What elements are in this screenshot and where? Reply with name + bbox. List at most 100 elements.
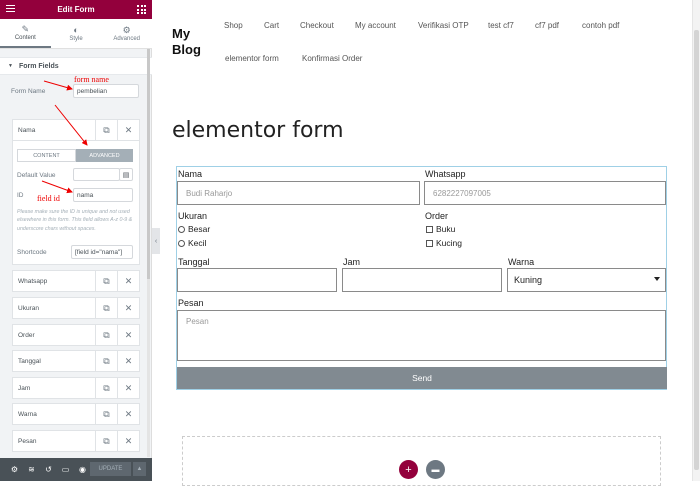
shortcode-input[interactable]: [field id="nama"] — [71, 245, 133, 259]
id-input[interactable]: nama — [73, 188, 133, 202]
site-logo[interactable]: My Blog — [172, 26, 212, 58]
order-option-kucing[interactable]: Kucing — [426, 238, 462, 248]
add-section-dropzone[interactable] — [182, 436, 661, 486]
panel-scrollbar[interactable] — [147, 49, 150, 457]
warna-label: Warna — [508, 257, 535, 267]
preview-eye-icon[interactable]: ◉ — [74, 465, 91, 474]
tab-content[interactable]: ✎ Content — [0, 19, 51, 48]
nav-cart[interactable]: Cart — [264, 21, 279, 30]
field-row-whatsapp[interactable]: Whatsapp ⧉ ✕ — [12, 270, 140, 292]
duplicate-icon[interactable]: ⧉ — [95, 351, 117, 371]
jam-label: Jam — [343, 257, 361, 267]
tab-advanced[interactable]: ⚙ Advanced — [101, 19, 152, 48]
history-icon[interactable]: ↺ — [40, 465, 57, 474]
order-option-buku[interactable]: Buku — [426, 224, 455, 234]
nav-konfirmasi-order[interactable]: Konfirmasi Order — [302, 54, 362, 63]
close-icon[interactable]: ✕ — [117, 120, 139, 140]
id-help-text: Please make sure the ID is unique and no… — [17, 209, 133, 232]
nama-label: Nama — [178, 169, 203, 179]
editor-panel: Edit Form ✎ Content ◐ Style ⚙ Advanced ▼… — [0, 0, 152, 481]
nav-cf7-pdf[interactable]: cf7 pdf — [535, 21, 559, 30]
nav-checkout[interactable]: Checkout — [300, 21, 334, 30]
id-label: ID — [17, 192, 24, 199]
duplicate-icon[interactable]: ⧉ — [95, 431, 117, 451]
layers-icon[interactable]: ≋ — [23, 465, 40, 474]
field-row-pesan[interactable]: Pesan ⧉ ✕ — [12, 430, 140, 452]
segment-advanced[interactable]: ADVANCED — [76, 149, 133, 162]
preview-scrollbar[interactable] — [692, 0, 700, 481]
nav-contoh-pdf[interactable]: contoh pdf — [582, 21, 619, 30]
field-row-jam[interactable]: Jam ⧉ ✕ — [12, 377, 140, 399]
panel-collapse-handle[interactable]: ‹ — [152, 228, 160, 254]
field-row-order[interactable]: Order ⧉ ✕ — [12, 324, 140, 346]
shortcode-label: Shortcode — [17, 249, 47, 256]
tab-advanced-label: Advanced — [113, 36, 141, 42]
field-row-label: Nama — [18, 126, 36, 134]
send-button[interactable]: Send — [177, 367, 667, 389]
duplicate-icon[interactable]: ⧉ — [95, 404, 117, 424]
update-button[interactable]: UPDATE — [90, 462, 131, 476]
nama-input[interactable]: Budi Raharjo — [177, 181, 420, 205]
checkbox[interactable] — [426, 239, 433, 247]
duplicate-icon[interactable]: ⧉ — [95, 120, 117, 140]
close-icon[interactable]: ✕ — [117, 378, 139, 398]
checkbox[interactable] — [426, 225, 433, 233]
section-form-fields[interactable]: ▼ Form Fields — [0, 57, 152, 75]
nav-verifikasi-otp[interactable]: Verifikasi OTP — [418, 21, 469, 30]
radio-button[interactable] — [178, 225, 185, 233]
field-row-label: Tanggal — [18, 357, 41, 365]
form-name-input[interactable]: pembelian — [73, 84, 139, 98]
add-section-plus-icon[interactable]: + — [399, 460, 418, 479]
widgets-grid-icon[interactable] — [137, 5, 146, 14]
nav-shop[interactable]: Shop — [224, 21, 243, 30]
database-icon[interactable]: ▤ — [119, 168, 133, 181]
duplicate-icon[interactable]: ⧉ — [95, 271, 117, 291]
tab-style[interactable]: ◐ Style — [51, 19, 102, 48]
close-icon[interactable]: ✕ — [117, 271, 139, 291]
radio-button[interactable] — [178, 239, 185, 247]
field-row-tanggal[interactable]: Tanggal ⧉ ✕ — [12, 350, 140, 372]
half-circle-icon: ◐ — [73, 25, 79, 35]
pesan-textarea[interactable]: Pesan — [177, 310, 666, 361]
default-value-label: Default Value — [17, 172, 56, 179]
hamburger-menu-icon[interactable] — [6, 5, 15, 13]
segment-content[interactable]: CONTENT — [17, 149, 76, 162]
jam-input[interactable] — [342, 268, 502, 292]
update-options-button[interactable]: ▲ — [133, 462, 146, 476]
close-icon[interactable]: ✕ — [117, 298, 139, 318]
ukuran-option-besar[interactable]: Besar — [178, 224, 210, 234]
field-row-warna[interactable]: Warna ⧉ ✕ — [12, 403, 140, 425]
form-name-label: Form Name — [11, 88, 46, 95]
panel-header: Edit Form — [0, 0, 152, 19]
default-value-input[interactable] — [73, 168, 120, 181]
responsive-monitor-icon[interactable]: ▭ — [57, 465, 74, 474]
option-label: Buku — [436, 224, 456, 234]
close-icon[interactable]: ✕ — [117, 351, 139, 371]
chevron-down-icon — [654, 277, 660, 281]
option-label: Besar — [188, 224, 211, 234]
warna-select[interactable]: Kuning — [507, 268, 666, 292]
option-label: Kucing — [436, 238, 462, 248]
field-row-label: Whatsapp — [18, 277, 48, 285]
pencil-icon: ✎ — [21, 24, 30, 34]
close-icon[interactable]: ✕ — [117, 404, 139, 424]
tanggal-input[interactable] — [177, 268, 337, 292]
ukuran-label: Ukuran — [178, 211, 208, 221]
nav-my-account[interactable]: My account — [355, 21, 396, 30]
warna-selected-value: Kuning — [514, 275, 543, 285]
whatsapp-input[interactable]: 6282227097005 — [424, 181, 666, 205]
duplicate-icon[interactable]: ⧉ — [95, 378, 117, 398]
field-row-ukuran[interactable]: Ukuran ⧉ ✕ — [12, 297, 140, 319]
settings-gear-icon[interactable]: ⚙ — [6, 465, 23, 474]
field-row-nama[interactable]: Nama ⧉ ✕ — [12, 119, 140, 141]
nav-elementor-form[interactable]: elementor form — [225, 54, 279, 63]
duplicate-icon[interactable]: ⧉ — [95, 298, 117, 318]
nav-test-cf7[interactable]: test cf7 — [488, 21, 514, 30]
duplicate-icon[interactable]: ⧉ — [95, 325, 117, 345]
field-row-label: Order — [18, 331, 35, 339]
close-icon[interactable]: ✕ — [117, 431, 139, 451]
close-icon[interactable]: ✕ — [117, 325, 139, 345]
panel-tabs: ✎ Content ◐ Style ⚙ Advanced — [0, 19, 152, 49]
ukuran-option-kecil[interactable]: Kecil — [178, 238, 206, 248]
add-template-folder-icon[interactable]: ▬ — [426, 460, 445, 479]
